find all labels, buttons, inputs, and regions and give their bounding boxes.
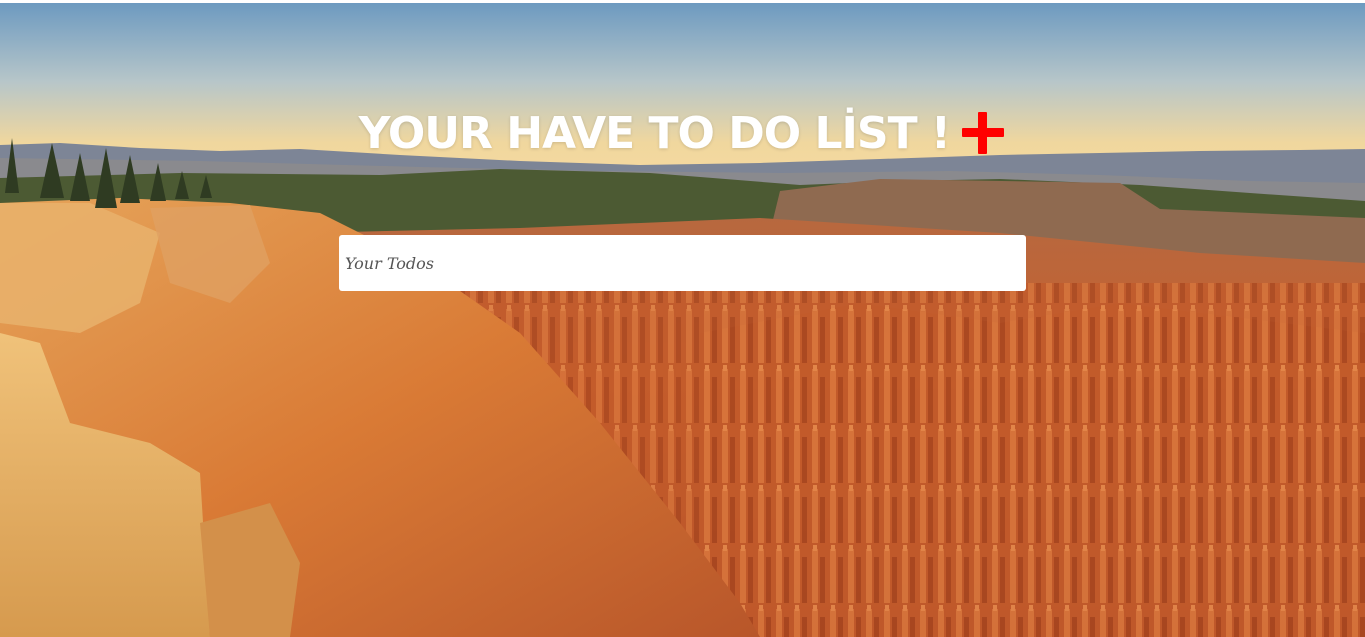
background-landscape-image bbox=[0, 3, 1365, 637]
plus-icon-vertical-bar bbox=[978, 112, 988, 154]
plus-icon[interactable] bbox=[960, 110, 1006, 156]
todo-input[interactable] bbox=[339, 235, 1026, 291]
top-border bbox=[0, 0, 1365, 3]
page-title: YOUR HAVE TO DO LİST ! bbox=[358, 108, 951, 159]
header: YOUR HAVE TO DO LİST ! bbox=[0, 104, 1365, 164]
app-page: YOUR HAVE TO DO LİST ! bbox=[0, 0, 1365, 637]
